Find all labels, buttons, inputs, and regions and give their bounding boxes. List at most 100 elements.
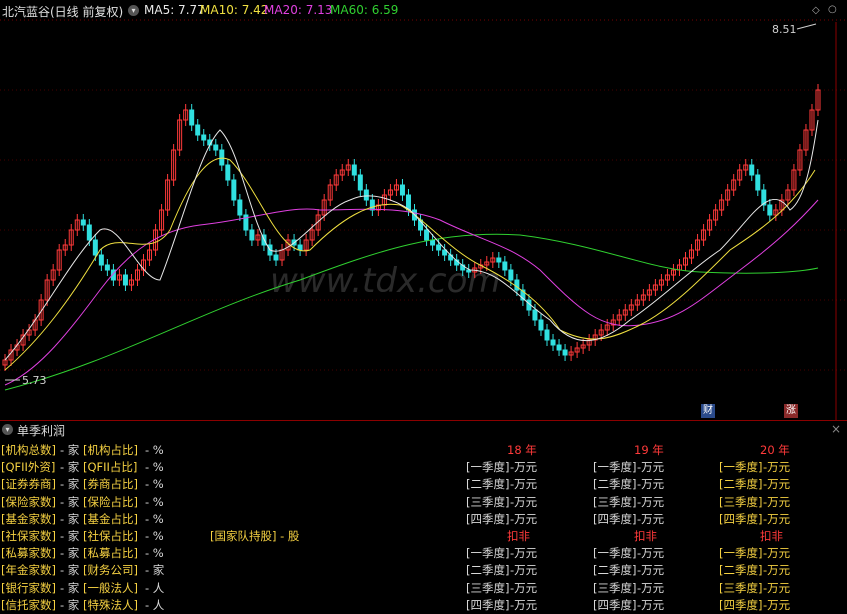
- panel-header: ▾ 单季利润 ×: [0, 421, 847, 439]
- quarter-label: [二季度]: [719, 563, 763, 578]
- candle: [532, 309, 538, 321]
- profit-value: -万元: [637, 563, 665, 578]
- institution-ratio-label: [社保占比]: [83, 529, 138, 543]
- institution-ratio-label: [机构占比]: [83, 443, 138, 457]
- candle: [755, 174, 761, 191]
- profit-value: -万元: [637, 511, 665, 526]
- profit-value: -万元: [510, 460, 538, 475]
- profit-value: -万元: [637, 546, 665, 561]
- institution-label: [银行家数]: [1, 580, 56, 595]
- finance-report-badge[interactable]: 财: [701, 404, 715, 418]
- profit-value: -万元: [637, 597, 665, 612]
- candle: [424, 229, 430, 241]
- profit-value: -万元: [510, 494, 538, 509]
- institution-value: - 家: [60, 529, 80, 543]
- quarter-label: [二季度]: [593, 477, 637, 492]
- quarter-label: [三季度]: [466, 494, 510, 509]
- institution-ratio-label: [财务公司]: [83, 563, 138, 578]
- institution-ratio-value: - %: [145, 511, 164, 526]
- candle: [122, 274, 128, 286]
- profit-value: -万元: [637, 477, 665, 492]
- candle: [357, 174, 363, 191]
- institution-ratio-label: [特殊法人]: [83, 597, 138, 612]
- institution-ratio-label: [保险占比]: [83, 494, 138, 509]
- institution-label: [机构总数]: [1, 443, 56, 457]
- profit-value: -万元: [510, 477, 538, 492]
- quarter-label: [一季度]: [466, 460, 510, 475]
- profit-value: -万元: [763, 460, 791, 475]
- candle: [550, 339, 556, 346]
- institution-ratio-label: [QFII占比]: [83, 460, 138, 475]
- quarter-label: [四季度]: [719, 597, 763, 612]
- candle: [508, 269, 514, 281]
- low-price-label: 5.73: [22, 374, 47, 387]
- candle: [297, 244, 303, 251]
- candle: [749, 164, 755, 176]
- institution-ratio-value: - %: [145, 460, 164, 475]
- candle: [351, 164, 357, 176]
- profit-value: -万元: [510, 597, 538, 612]
- institution-value: - 家: [60, 563, 80, 578]
- institution-label: [QFII外资]: [1, 460, 56, 475]
- quarter-label: [四季度]: [719, 511, 763, 526]
- quarter-label: [二季度]: [593, 563, 637, 578]
- year-header: 18 年: [507, 443, 537, 457]
- quarter-label: [四季度]: [593, 511, 637, 526]
- candle: [104, 264, 110, 271]
- institution-ratio-value: - 家: [145, 563, 165, 578]
- candle: [496, 257, 502, 263]
- candle: [201, 134, 207, 141]
- limit-up-badge[interactable]: 涨: [784, 404, 798, 418]
- candle: [502, 261, 508, 271]
- institution-value: - 家: [60, 597, 80, 612]
- institution-label: [基金家数]: [1, 511, 56, 526]
- quarter-label: [三季度]: [719, 580, 763, 595]
- candle: [219, 149, 225, 166]
- profit-value: -万元: [763, 477, 791, 492]
- candle: [430, 239, 436, 246]
- ma60-line: [4, 233, 819, 391]
- profit-value: -万元: [763, 580, 791, 595]
- quarter-label: [二季度]: [466, 563, 510, 578]
- profit-value: -万元: [637, 460, 665, 475]
- institution-ratio-label: [券商占比]: [83, 477, 138, 492]
- institution-ratio-value: - %: [145, 477, 164, 492]
- institution-label: [证券券商]: [1, 477, 56, 492]
- quarter-label: [一季度]: [719, 546, 763, 561]
- candle: [562, 349, 568, 356]
- quarter-label: [三季度]: [593, 580, 637, 595]
- institution-value: - 家: [60, 580, 80, 595]
- profit-value: -万元: [637, 580, 665, 595]
- quarter-label: [二季度]: [466, 477, 510, 492]
- quarter-label: [四季度]: [466, 597, 510, 612]
- candle: [538, 319, 544, 331]
- quarter-label: [一季度]: [466, 546, 510, 561]
- candle: [544, 329, 550, 341]
- institution-ratio-value: - %: [145, 546, 164, 561]
- profit-value: -万元: [763, 511, 791, 526]
- profit-value: -万元: [510, 511, 538, 526]
- candle: [249, 229, 255, 241]
- quarter-label: [三季度]: [593, 494, 637, 509]
- candle: [767, 204, 773, 216]
- candle: [86, 224, 92, 241]
- candle: [225, 164, 231, 181]
- candle: [363, 189, 369, 201]
- chevron-down-icon[interactable]: ▾: [2, 424, 13, 435]
- panel-title[interactable]: 单季利润: [17, 422, 65, 439]
- institution-ratio-value: - %: [145, 529, 164, 543]
- institution-value: - 家: [60, 443, 80, 457]
- national-team-holding: [国家队持股] - 股: [210, 529, 300, 543]
- institution-ratio-value: - 人: [145, 580, 165, 595]
- quarter-label: [一季度]: [593, 546, 637, 561]
- institution-value: - 家: [60, 477, 80, 492]
- close-icon[interactable]: ×: [831, 422, 841, 436]
- profit-value: -万元: [763, 494, 791, 509]
- kline-chart[interactable]: www.tdx.com 8.51 5.73: [0, 0, 847, 420]
- quarter-label: [四季度]: [593, 597, 637, 612]
- candle: [98, 254, 104, 266]
- year-header: 20 年: [760, 443, 790, 457]
- kou-fei-header: 扣非: [507, 529, 530, 543]
- institution-value: - 家: [60, 511, 80, 526]
- institution-label: [私募家数]: [1, 546, 56, 561]
